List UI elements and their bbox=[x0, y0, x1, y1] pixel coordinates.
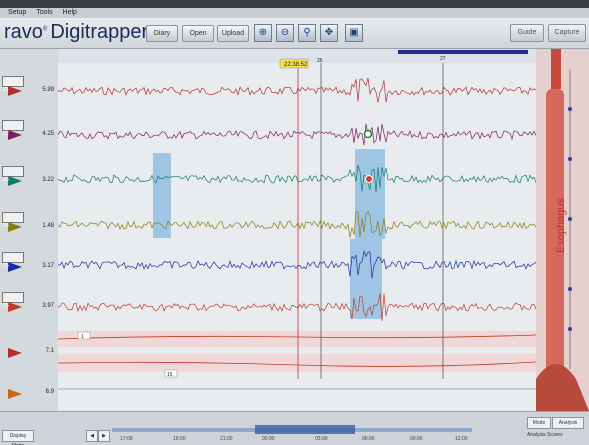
sensor-dot bbox=[568, 327, 572, 331]
channel-value: 1.48 bbox=[42, 223, 54, 229]
channel-label: Z3 bbox=[3, 177, 9, 183]
channel-label: Z1 bbox=[3, 87, 9, 93]
time-tick-label: 21:00 bbox=[220, 436, 233, 442]
mode-button[interactable]: Mode bbox=[527, 417, 551, 429]
brand-logo: ravo® Digitrapper bbox=[4, 21, 149, 43]
channel-arrow-icon bbox=[8, 130, 22, 140]
magnifier-icon[interactable]: ⚲ bbox=[298, 24, 316, 42]
prev-button[interactable]: ◀ bbox=[86, 430, 98, 442]
episode-highlight[interactable] bbox=[350, 239, 382, 319]
sensor-dot bbox=[568, 287, 572, 291]
display-mode-button[interactable]: Display Mode bbox=[2, 430, 34, 445]
channel-value: 5.99 bbox=[42, 87, 54, 93]
ph1-band bbox=[58, 331, 536, 347]
ph-marker-label: 15 bbox=[167, 372, 173, 378]
sensor-dot bbox=[568, 157, 572, 161]
menu-item-help[interactable]: Help bbox=[63, 9, 77, 16]
ph1-value: 7.1 bbox=[45, 348, 54, 354]
menu-item-setup[interactable]: Setup bbox=[8, 9, 26, 16]
channel-label: Z2 bbox=[3, 131, 9, 137]
analysis-button[interactable]: Analysis bbox=[552, 417, 584, 429]
impedance-trace bbox=[57, 210, 537, 238]
application-window: Setup Tools Help ravo® Digitrapper Diary … bbox=[0, 8, 589, 445]
pan-icon[interactable]: ✥ bbox=[320, 24, 338, 42]
ph-marker[interactable] bbox=[77, 331, 91, 340]
time-tick-label: 17:00 bbox=[120, 436, 133, 442]
brand-name-a: ravo bbox=[4, 21, 43, 43]
zoom-in-icon[interactable]: ⊕ bbox=[254, 24, 272, 42]
capture-button[interactable]: Capture bbox=[548, 24, 586, 42]
time-tick-label: 00:00 bbox=[262, 436, 275, 442]
channel-arrow-icon bbox=[8, 302, 22, 312]
impedance-trace bbox=[57, 164, 537, 193]
stomach-shape bbox=[536, 364, 589, 411]
event-bar bbox=[398, 50, 528, 54]
next-button[interactable]: ▶ bbox=[98, 430, 110, 442]
ph-marker-label: 1 bbox=[81, 334, 84, 340]
open-button[interactable]: Open bbox=[182, 25, 214, 42]
impedance-trace bbox=[57, 77, 537, 103]
menu-bar: Setup Tools Help bbox=[0, 8, 589, 18]
time-tick-label: 06:00 bbox=[362, 436, 375, 442]
channel-arrow-icon bbox=[8, 262, 22, 272]
episode-highlight[interactable] bbox=[355, 149, 385, 239]
esophagus-label: Esophagus bbox=[555, 198, 567, 254]
timeline-thumb[interactable] bbox=[255, 425, 355, 434]
impedance-trace bbox=[58, 249, 537, 279]
time-marker-label: 22:38:52 bbox=[284, 62, 308, 68]
time-tick-label: 12:00 bbox=[455, 436, 468, 442]
channel-value: 3.17 bbox=[42, 263, 54, 269]
time-tick-label: 19:00 bbox=[173, 436, 186, 442]
time-tick-label: 03:00 bbox=[315, 436, 328, 442]
ph2-band bbox=[58, 354, 536, 372]
sensor-dot bbox=[568, 107, 572, 111]
channel-value: 3.97 bbox=[42, 303, 54, 309]
event-circle-icon[interactable] bbox=[363, 129, 373, 139]
event-dot-icon[interactable] bbox=[365, 175, 373, 183]
menu-item-tools[interactable]: Tools bbox=[36, 9, 52, 16]
ph1-arrow-icon bbox=[8, 348, 22, 358]
channel-label: Z4 bbox=[3, 223, 9, 229]
analysis-scores-label: Analysis Scores bbox=[527, 432, 563, 438]
guide-button[interactable]: Guide bbox=[510, 24, 544, 42]
esophagus-top bbox=[551, 49, 561, 89]
toolbar: ravo® Digitrapper Diary Open Upload ⊕ ⊖ ⚲… bbox=[0, 18, 589, 49]
impedance-trace bbox=[57, 293, 537, 321]
zoom-out-icon[interactable]: ⊖ bbox=[276, 24, 294, 42]
brand-name-b: Digitrapper bbox=[50, 21, 149, 43]
channel-arrow-icon bbox=[8, 86, 22, 96]
event-marker-label: 27 bbox=[440, 56, 446, 62]
sensor-dot bbox=[568, 217, 572, 221]
upload-button[interactable]: Upload bbox=[217, 25, 249, 42]
event-marker-label: 26 bbox=[317, 58, 323, 64]
channel-value: 4.25 bbox=[42, 131, 54, 137]
ph2-value: 6.9 bbox=[45, 389, 54, 395]
time-tick-label: 09:00 bbox=[410, 436, 423, 442]
diary-button[interactable]: Diary bbox=[146, 25, 178, 42]
window-icon[interactable]: ▣ bbox=[345, 24, 363, 42]
channel-arrow-icon bbox=[8, 222, 22, 232]
tracing-svg: 22:38:52 26 27 1 15 bbox=[57, 49, 537, 390]
channel-label: Z5 bbox=[3, 263, 9, 269]
tracing-area[interactable]: 22:38:52 26 27 1 15 bbox=[57, 49, 537, 411]
bottom-bar: Display Mode ◀ ▶ Mode Analysis Analysis … bbox=[0, 411, 589, 445]
channel-traces bbox=[57, 77, 537, 321]
channel-label: Z6 bbox=[3, 303, 9, 309]
impedance-trace bbox=[57, 123, 537, 146]
channel-value: 3.22 bbox=[42, 177, 54, 183]
channel-arrow-icon bbox=[8, 176, 22, 186]
ph2-arrow-icon bbox=[8, 389, 22, 399]
